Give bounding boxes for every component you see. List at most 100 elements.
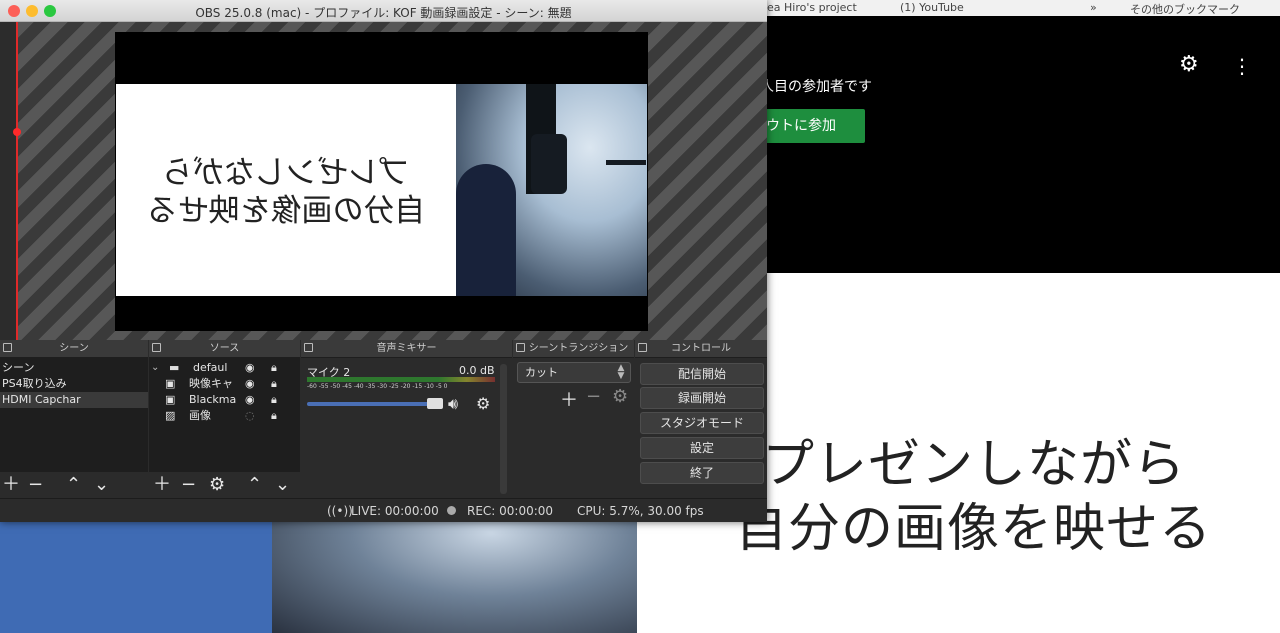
- preview-left-gutter: [0, 22, 16, 340]
- lock-icon[interactable]: 🔒︎: [271, 376, 277, 392]
- camera-icon: ▣: [165, 377, 176, 390]
- remove-transition-button[interactable]: −: [586, 386, 601, 407]
- desktop-background: [0, 522, 272, 633]
- controls-title: コントロール: [671, 343, 731, 354]
- float-icon[interactable]: [516, 343, 525, 352]
- camera-person: [456, 164, 516, 296]
- mixer-dock-header: 音声ミキサー: [301, 340, 512, 358]
- preview-slide-source: プレゼンしながら 自分の画像を映せる: [116, 84, 456, 296]
- volume-meter: [307, 377, 495, 382]
- resize-handle[interactable]: [13, 128, 21, 136]
- obs-window: OBS 25.0.8 (mac) - プロファイル: KOF 動画録画設定 - …: [0, 0, 767, 522]
- title-bar: OBS 25.0.8 (mac) - プロファイル: KOF 動画録画設定 - …: [0, 0, 767, 22]
- gear-icon[interactable]: ⚙: [209, 474, 225, 496]
- studio-mode-button[interactable]: スタジオモード: [640, 412, 764, 434]
- chevron-updown-icon[interactable]: ▲ ▼: [614, 364, 628, 381]
- volume-slider[interactable]: [307, 402, 443, 406]
- transitions-dock-header: シーントランジション: [513, 340, 634, 358]
- gear-icon[interactable]: ⚙: [1179, 54, 1201, 76]
- add-scene-button[interactable]: ＋: [2, 474, 20, 496]
- source-label: defaul: [193, 361, 228, 374]
- rec-status: REC: 00:00:00: [467, 504, 554, 518]
- move-down-icon[interactable]: ⌄: [94, 474, 109, 496]
- add-transition-button[interactable]: ＋: [560, 386, 578, 412]
- selection-edge: [16, 22, 18, 340]
- gear-icon[interactable]: ⚙: [476, 394, 490, 413]
- eye-hidden-icon[interactable]: ◌: [245, 408, 255, 424]
- mixer-level-db: 0.0 dB: [459, 364, 495, 377]
- scene-item[interactable]: シーン: [0, 360, 148, 376]
- sources-list: ⌄ ▬ defaul ◉ 🔒︎ ▣ 映像キャ ◉ 🔒︎ ▣ Blackma ◉ …: [149, 358, 300, 472]
- scenes-dock-header: シーン: [0, 340, 148, 358]
- transitions-title: シーントランジション: [528, 343, 629, 354]
- mixer-title: 音声ミキサー: [376, 343, 437, 354]
- camera-mic: [531, 134, 567, 194]
- lock-icon[interactable]: 🔒︎: [271, 392, 277, 408]
- speaker-icon[interactable]: 🔊︎: [448, 394, 458, 414]
- sources-dock-header: ソース: [149, 340, 300, 358]
- mirrored-slide-text: プレゼンしながら 自分の画像を映せる: [116, 154, 456, 230]
- scenes-list: シーン PS4取り込み HDMI Capchar: [0, 358, 148, 472]
- slide-text-line2: 自分の画像を映せる: [735, 499, 1213, 559]
- source-label: 画像: [189, 409, 211, 422]
- image-icon: ▨: [165, 409, 176, 422]
- exit-button[interactable]: 終了: [640, 462, 764, 484]
- live-broadcast-icon: ((•)): [327, 504, 353, 518]
- eye-icon[interactable]: ◉: [245, 376, 255, 392]
- float-icon[interactable]: [3, 343, 12, 352]
- settings-button[interactable]: 設定: [640, 437, 764, 459]
- rec-indicator-icon: [447, 506, 456, 515]
- bookmark-overflow[interactable]: »: [1090, 1, 1097, 14]
- eye-icon[interactable]: ◉: [245, 360, 255, 376]
- sources-toolbar: ＋ − ⚙ ⌃ ⌄: [149, 474, 300, 496]
- source-item[interactable]: ⌄ ▬ defaul ◉ 🔒︎: [149, 360, 300, 376]
- meet-join-button[interactable]: ウトに参加: [760, 109, 865, 143]
- mirrored-line2: 自分の画像を映せる: [146, 193, 426, 229]
- source-item[interactable]: ▨ 画像 ◌ 🔒︎: [149, 408, 300, 424]
- window-title: OBS 25.0.8 (mac) - プロファイル: KOF 動画録画設定 - …: [195, 6, 572, 20]
- gear-icon[interactable]: ⚙: [612, 386, 628, 407]
- source-item[interactable]: ▣ 映像キャ ◉ 🔒︎: [149, 376, 300, 392]
- remove-source-button[interactable]: −: [181, 474, 196, 496]
- camera-mic-arm: [606, 160, 646, 165]
- eye-icon[interactable]: ◉: [245, 392, 255, 408]
- sources-title: ソース: [209, 343, 240, 354]
- camera-icon: ▣: [165, 393, 176, 406]
- float-icon[interactable]: [304, 343, 313, 352]
- cpu-status: CPU: 5.7%, 30.00 fps: [577, 504, 704, 518]
- lock-icon[interactable]: 🔒︎: [271, 408, 277, 424]
- bookmark-other[interactable]: その他のブックマーク: [1130, 1, 1240, 17]
- volume-slider-thumb[interactable]: [427, 398, 443, 409]
- folder-icon: ▬: [169, 361, 180, 374]
- source-item[interactable]: ▣ Blackma ◉ 🔒︎: [149, 392, 300, 408]
- preview-camera-source: [456, 84, 647, 296]
- move-down-icon[interactable]: ⌄: [275, 474, 290, 496]
- mixer-scrollbar[interactable]: [500, 364, 507, 494]
- chevron-down-icon[interactable]: ⌄: [151, 360, 159, 376]
- meet-video-area: [760, 16, 1280, 273]
- browser-bookmarks-bar: Sea Hiro's project (1) YouTube » その他のブック…: [760, 0, 1280, 16]
- start-recording-button[interactable]: 録画開始: [640, 387, 764, 409]
- status-bar: ((•)) LIVE: 00:00:00 REC: 00:00:00 CPU: …: [0, 498, 767, 522]
- bookmark-tab[interactable]: (1) YouTube: [900, 1, 964, 14]
- float-icon[interactable]: [638, 343, 647, 352]
- scenes-title: シーン: [59, 343, 89, 354]
- bookmark-tab[interactable]: Sea Hiro's project: [760, 1, 857, 14]
- controls-dock-header: コントロール: [635, 340, 767, 358]
- source-label: Blackma: [189, 393, 237, 406]
- scene-item[interactable]: PS4取り込み: [0, 376, 148, 392]
- scene-item-selected[interactable]: HDMI Capchar: [0, 392, 148, 408]
- move-up-icon[interactable]: ⌃: [66, 474, 81, 496]
- lock-icon[interactable]: 🔒︎: [271, 360, 277, 376]
- float-icon[interactable]: [152, 343, 161, 352]
- start-streaming-button[interactable]: 配信開始: [640, 363, 764, 385]
- more-vert-icon[interactable]: ⋮: [1232, 54, 1252, 78]
- add-source-button[interactable]: ＋: [153, 474, 171, 496]
- scenes-toolbar: ＋ − ⌃ ⌄: [0, 474, 148, 496]
- move-up-icon[interactable]: ⌃: [247, 474, 262, 496]
- live-status: LIVE: 00:00:00: [351, 504, 439, 518]
- camera-view-background: [272, 522, 637, 633]
- meet-join-text: 人目の参加者です: [760, 79, 872, 95]
- mirrored-line1: プレゼンしながら: [162, 155, 410, 191]
- remove-scene-button[interactable]: −: [28, 474, 43, 496]
